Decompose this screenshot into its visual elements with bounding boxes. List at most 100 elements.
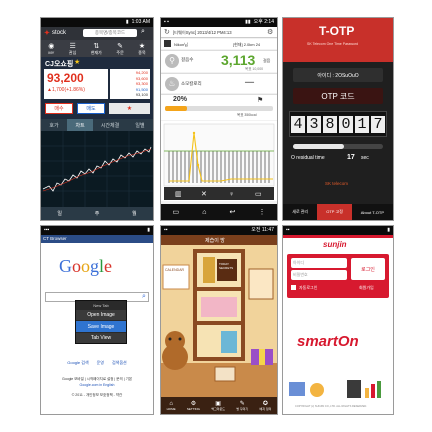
app-name: stock bbox=[52, 30, 67, 36]
link-google-search[interactable]: Google 검색 bbox=[67, 360, 88, 368]
bulb-icon[interactable]: ♀ bbox=[229, 191, 234, 198]
search-icon[interactable]: ⌕ bbox=[141, 28, 145, 36]
app-logo-icon: ✦ bbox=[44, 30, 50, 37]
back-icon[interactable]: ↩ bbox=[230, 208, 236, 216]
nav-item-favorite[interactable]: ☰ 관심 bbox=[69, 42, 76, 56]
bottom-tab-about[interactable]: About T-OTP bbox=[352, 204, 393, 220]
add-favorite-button[interactable]: ★ bbox=[109, 103, 150, 114]
price-change: ▲1,700(+1.86%) bbox=[47, 87, 85, 93]
sync-header: ↻ [티웨이Sync] 2013/4/12 PM4:13 ⚙ bbox=[161, 27, 277, 38]
steps-unit: 걸음 bbox=[263, 58, 271, 63]
stock-app-screen: ▮ 1:03 AM ✦ stock 종목명/종목코드 ⌕ ◉ MY ☰ 관심 ⇅ 현재가… bbox=[40, 17, 154, 221]
search-icon[interactable]: ⌕ bbox=[142, 293, 146, 301]
steps-goal: 목표 10,000 bbox=[245, 67, 264, 71]
steps-label: 걸음수 bbox=[181, 57, 194, 62]
copyright-text: COPYRIGHT (c) SUNJIN CO.,LTD. ALL RIGHTS… bbox=[295, 405, 367, 408]
tab-badge[interactable]: ✪ 배지 정리 bbox=[259, 400, 271, 411]
menu-icon[interactable]: ⋮ bbox=[258, 208, 265, 216]
link-operate[interactable]: 운영 bbox=[97, 360, 104, 368]
stock-header: ✦ stock 종목명/종목코드 ⌕ bbox=[41, 27, 153, 40]
menu-save-image[interactable]: Save Image bbox=[76, 321, 126, 332]
calendar-label[interactable]: CALENDAR bbox=[165, 268, 184, 272]
buy-button[interactable]: 매수 bbox=[45, 103, 73, 114]
link-search-options[interactable]: 검색옵션 bbox=[112, 360, 127, 368]
nav-item-my[interactable]: ◉ MY bbox=[48, 42, 54, 55]
goal-percent: 20% bbox=[173, 96, 188, 103]
stock-search-input[interactable]: 종목명/종목코드 bbox=[83, 29, 137, 37]
tab-daily[interactable]: 일별 bbox=[127, 119, 153, 131]
status-time: 1:03 AM bbox=[131, 19, 150, 25]
android-nav-bar: ▭ ⌂ ↩ ⋮ bbox=[161, 204, 277, 220]
nav-item-price[interactable]: ⇅ 현재가 bbox=[91, 42, 102, 56]
remaining-seconds: 17 bbox=[347, 154, 355, 161]
steps-value: 3,113 bbox=[221, 52, 256, 68]
remaining-label: O residual time bbox=[291, 155, 325, 161]
sell-button[interactable]: 매도 bbox=[77, 103, 105, 114]
otp-title-bar: OTP 코드 bbox=[293, 88, 383, 104]
otp-digit: 0 bbox=[339, 115, 353, 133]
recent-apps-icon[interactable]: ▭ bbox=[173, 208, 180, 216]
password-input[interactable]: 비밀번호 bbox=[291, 270, 347, 280]
user-id-field: 아이디 : 2OSuOuO bbox=[293, 68, 383, 82]
menu-tab-view[interactable]: Tab View bbox=[76, 333, 126, 343]
settings-icon[interactable]: ⚙ bbox=[267, 28, 273, 36]
chart-period-bar: 일 주 월 bbox=[41, 207, 153, 220]
auto-login-checkbox[interactable] bbox=[291, 285, 296, 290]
tab-chart[interactable]: 차트 bbox=[67, 119, 94, 131]
tab-hoga[interactable]: 호가 bbox=[41, 119, 67, 131]
status-bar: ▪▪ 오전 11:47 bbox=[161, 226, 277, 235]
footer-english-link[interactable]: Google.com in English bbox=[41, 382, 153, 388]
signal-icon: ▮▮ bbox=[245, 19, 251, 25]
tab-home[interactable]: ⌂ HOME bbox=[167, 401, 176, 411]
browser-title: CT Browser bbox=[43, 236, 67, 241]
pedometer-screen: ▪ ▪ ▮▮ 오후 2:14 ↻ [티웨이Sync] 2013/4/12 PM4:… bbox=[160, 17, 278, 221]
menu-new-tab[interactable]: New Tab bbox=[76, 301, 126, 309]
brush-icon: ✎ bbox=[239, 401, 245, 407]
period-week[interactable]: 주 bbox=[95, 210, 100, 217]
book-label[interactable]: TODAY SECRETS bbox=[219, 262, 237, 270]
id-input[interactable]: 아이디 bbox=[291, 258, 347, 268]
otp-timer-row: O residual time 17 sec bbox=[291, 154, 387, 164]
period-month[interactable]: 월 bbox=[132, 210, 137, 217]
status-bar: ▪ ▪ ▮▮ 오후 2:14 bbox=[161, 18, 277, 27]
calories-icon: ♨ bbox=[165, 77, 179, 91]
otp-timer-fill bbox=[293, 144, 345, 149]
goal-progress: 20% ⚑ 목표 350kcal bbox=[161, 94, 277, 120]
screen-icon[interactable]: ▭ bbox=[255, 191, 262, 198]
otp-code-display[interactable]: 4 3 8 0 1 7 bbox=[289, 111, 387, 137]
refresh-icon[interactable]: ↻ bbox=[164, 28, 170, 36]
current-price: 93,200 bbox=[47, 71, 84, 85]
nav-item-stocks[interactable]: ★ 종목 bbox=[138, 42, 145, 56]
star-icon[interactable]: ★ bbox=[74, 58, 80, 66]
menu-open-image[interactable]: Open Image bbox=[76, 310, 126, 320]
sync-text: [티웨이Sync] 2013/4/12 PM4:13 bbox=[173, 30, 232, 35]
price-details: 94,200 93,600 93,300 91,500 93,100 bbox=[110, 69, 150, 99]
notification-icon: ▪ ▪ bbox=[164, 19, 169, 25]
picture-icon: ▣ bbox=[215, 401, 221, 407]
otp-logo-subtitle: SK Telecom One Time Password bbox=[307, 42, 359, 46]
bottom-tab-otp[interactable]: OTP 고정 bbox=[317, 204, 352, 220]
otp-timer-track bbox=[293, 144, 383, 149]
smarton-login-screen: ▪▪ ▮ sunjin 아이디 비밀번호 로그인 자동로그인 회원가입 smar… bbox=[282, 225, 394, 415]
tools-icon[interactable]: ✕ bbox=[201, 191, 207, 198]
tab-decorate[interactable]: ✎ 방 꾸미기 bbox=[236, 400, 248, 411]
flag-icon: ⚑ bbox=[257, 97, 264, 104]
tab-setting[interactable]: ⚙ SETTING bbox=[187, 400, 200, 411]
period-day[interactable]: 일 bbox=[57, 210, 62, 217]
home-icon[interactable]: ⌂ bbox=[202, 209, 206, 216]
join-link[interactable]: 회원가입 bbox=[359, 285, 374, 291]
brand-stripe bbox=[283, 235, 393, 238]
otp-digit: 7 bbox=[371, 115, 385, 133]
login-button[interactable]: 로그인 bbox=[351, 258, 385, 280]
price-box: 93,200 ▲1,700(+1.86%) bbox=[44, 69, 108, 99]
user-row: Nikon님 [현재] 2.0km 24 bbox=[161, 39, 277, 49]
tab-time[interactable]: 시간체결 bbox=[93, 119, 127, 131]
auto-login-label: 자동로그인 bbox=[299, 285, 318, 290]
nav-item-order[interactable]: ✎ 주문 bbox=[116, 42, 123, 56]
bottom-tab-manage[interactable]: 새로 관리 bbox=[283, 204, 317, 220]
notification-icon: ▪▪▪ bbox=[44, 227, 50, 233]
tab-background[interactable]: ▣ 백그라운드 bbox=[211, 400, 225, 411]
otp-app-screen: T-OTP SK Telecom One Time Password 아이디 :… bbox=[282, 17, 394, 221]
goal-progress-fill bbox=[165, 106, 187, 111]
chart-icon[interactable]: ▥ bbox=[175, 191, 182, 198]
